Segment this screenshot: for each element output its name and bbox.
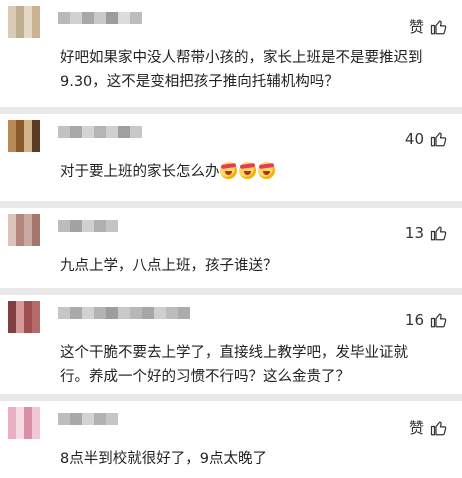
like-button[interactable]: 16: [405, 311, 448, 329]
username-blurred[interactable]: [58, 413, 118, 425]
thumbs-up-icon: [430, 419, 448, 437]
like-button[interactable]: 40: [405, 130, 448, 148]
comment-body: 这个干脆不要去上学了，直接线上教学吧，发毕业证就 行。养成一个好的习惯不行吗？这…: [60, 345, 408, 385]
like-button[interactable]: 13: [405, 224, 448, 242]
laughing-crying-emoji-icon: [238, 162, 256, 179]
like-count: 16: [404, 311, 424, 329]
avatar[interactable]: [8, 301, 40, 333]
comment-text: 8点半到校就很好了，9点太晚了: [60, 447, 448, 471]
comment-card: 赞 8点半到校就很好了，9点太晚了: [0, 401, 462, 478]
comment-body: 对于要上班的家长怎么办: [60, 164, 220, 180]
laughing-crying-emoji-icon: [219, 162, 237, 179]
comment-body: 九点上学，八点上班，孩子谁送？: [60, 258, 278, 274]
like-count: 13: [404, 224, 424, 242]
laughing-crying-emoji-icon: [257, 162, 275, 179]
like-button[interactable]: 赞: [409, 417, 448, 438]
username-blurred[interactable]: [58, 220, 118, 232]
like-count: 赞: [408, 18, 424, 36]
thumbs-up-icon: [430, 311, 448, 329]
like-count: 40: [404, 130, 424, 148]
comment-card: 16 这个干脆不要去上学了，直接线上教学吧，发毕业证就 行。养成一个好的习惯不行吗…: [0, 295, 462, 394]
like-button[interactable]: 赞: [409, 16, 448, 37]
thumbs-up-icon: [430, 130, 448, 148]
username-blurred[interactable]: [58, 307, 190, 319]
comment-body: 好吧如果家中没人帮带小孩的，家长上班是不是要推迟到 9.30，这不是变相把孩子推…: [60, 50, 423, 90]
avatar[interactable]: [8, 407, 40, 439]
comment-text: 九点上学，八点上班，孩子谁送？: [60, 254, 448, 278]
comment-body: 8点半到校就很好了，9点太晚了: [60, 451, 267, 467]
username-blurred[interactable]: [58, 126, 142, 138]
comment-text: 这个干脆不要去上学了，直接线上教学吧，发毕业证就 行。养成一个好的习惯不行吗？这…: [60, 341, 448, 389]
thumbs-up-icon: [430, 224, 448, 242]
comment-card: 40 对于要上班的家长怎么办: [0, 114, 462, 201]
thumbs-up-icon: [430, 18, 448, 36]
avatar[interactable]: [8, 214, 40, 246]
comment-card: 赞好吧如果家中没人帮带小孩的，家长上班是不是要推迟到 9.30，这不是变相把孩子…: [0, 0, 462, 107]
avatar[interactable]: [8, 120, 40, 152]
comment-text: 对于要上班的家长怎么办: [60, 160, 448, 184]
avatar[interactable]: [8, 6, 40, 38]
like-count: 赞: [408, 419, 424, 437]
comment-card: 13 九点上学，八点上班，孩子谁送？: [0, 208, 462, 288]
username-blurred[interactable]: [58, 12, 142, 24]
comment-text: 好吧如果家中没人帮带小孩的，家长上班是不是要推迟到 9.30，这不是变相把孩子推…: [60, 46, 448, 94]
